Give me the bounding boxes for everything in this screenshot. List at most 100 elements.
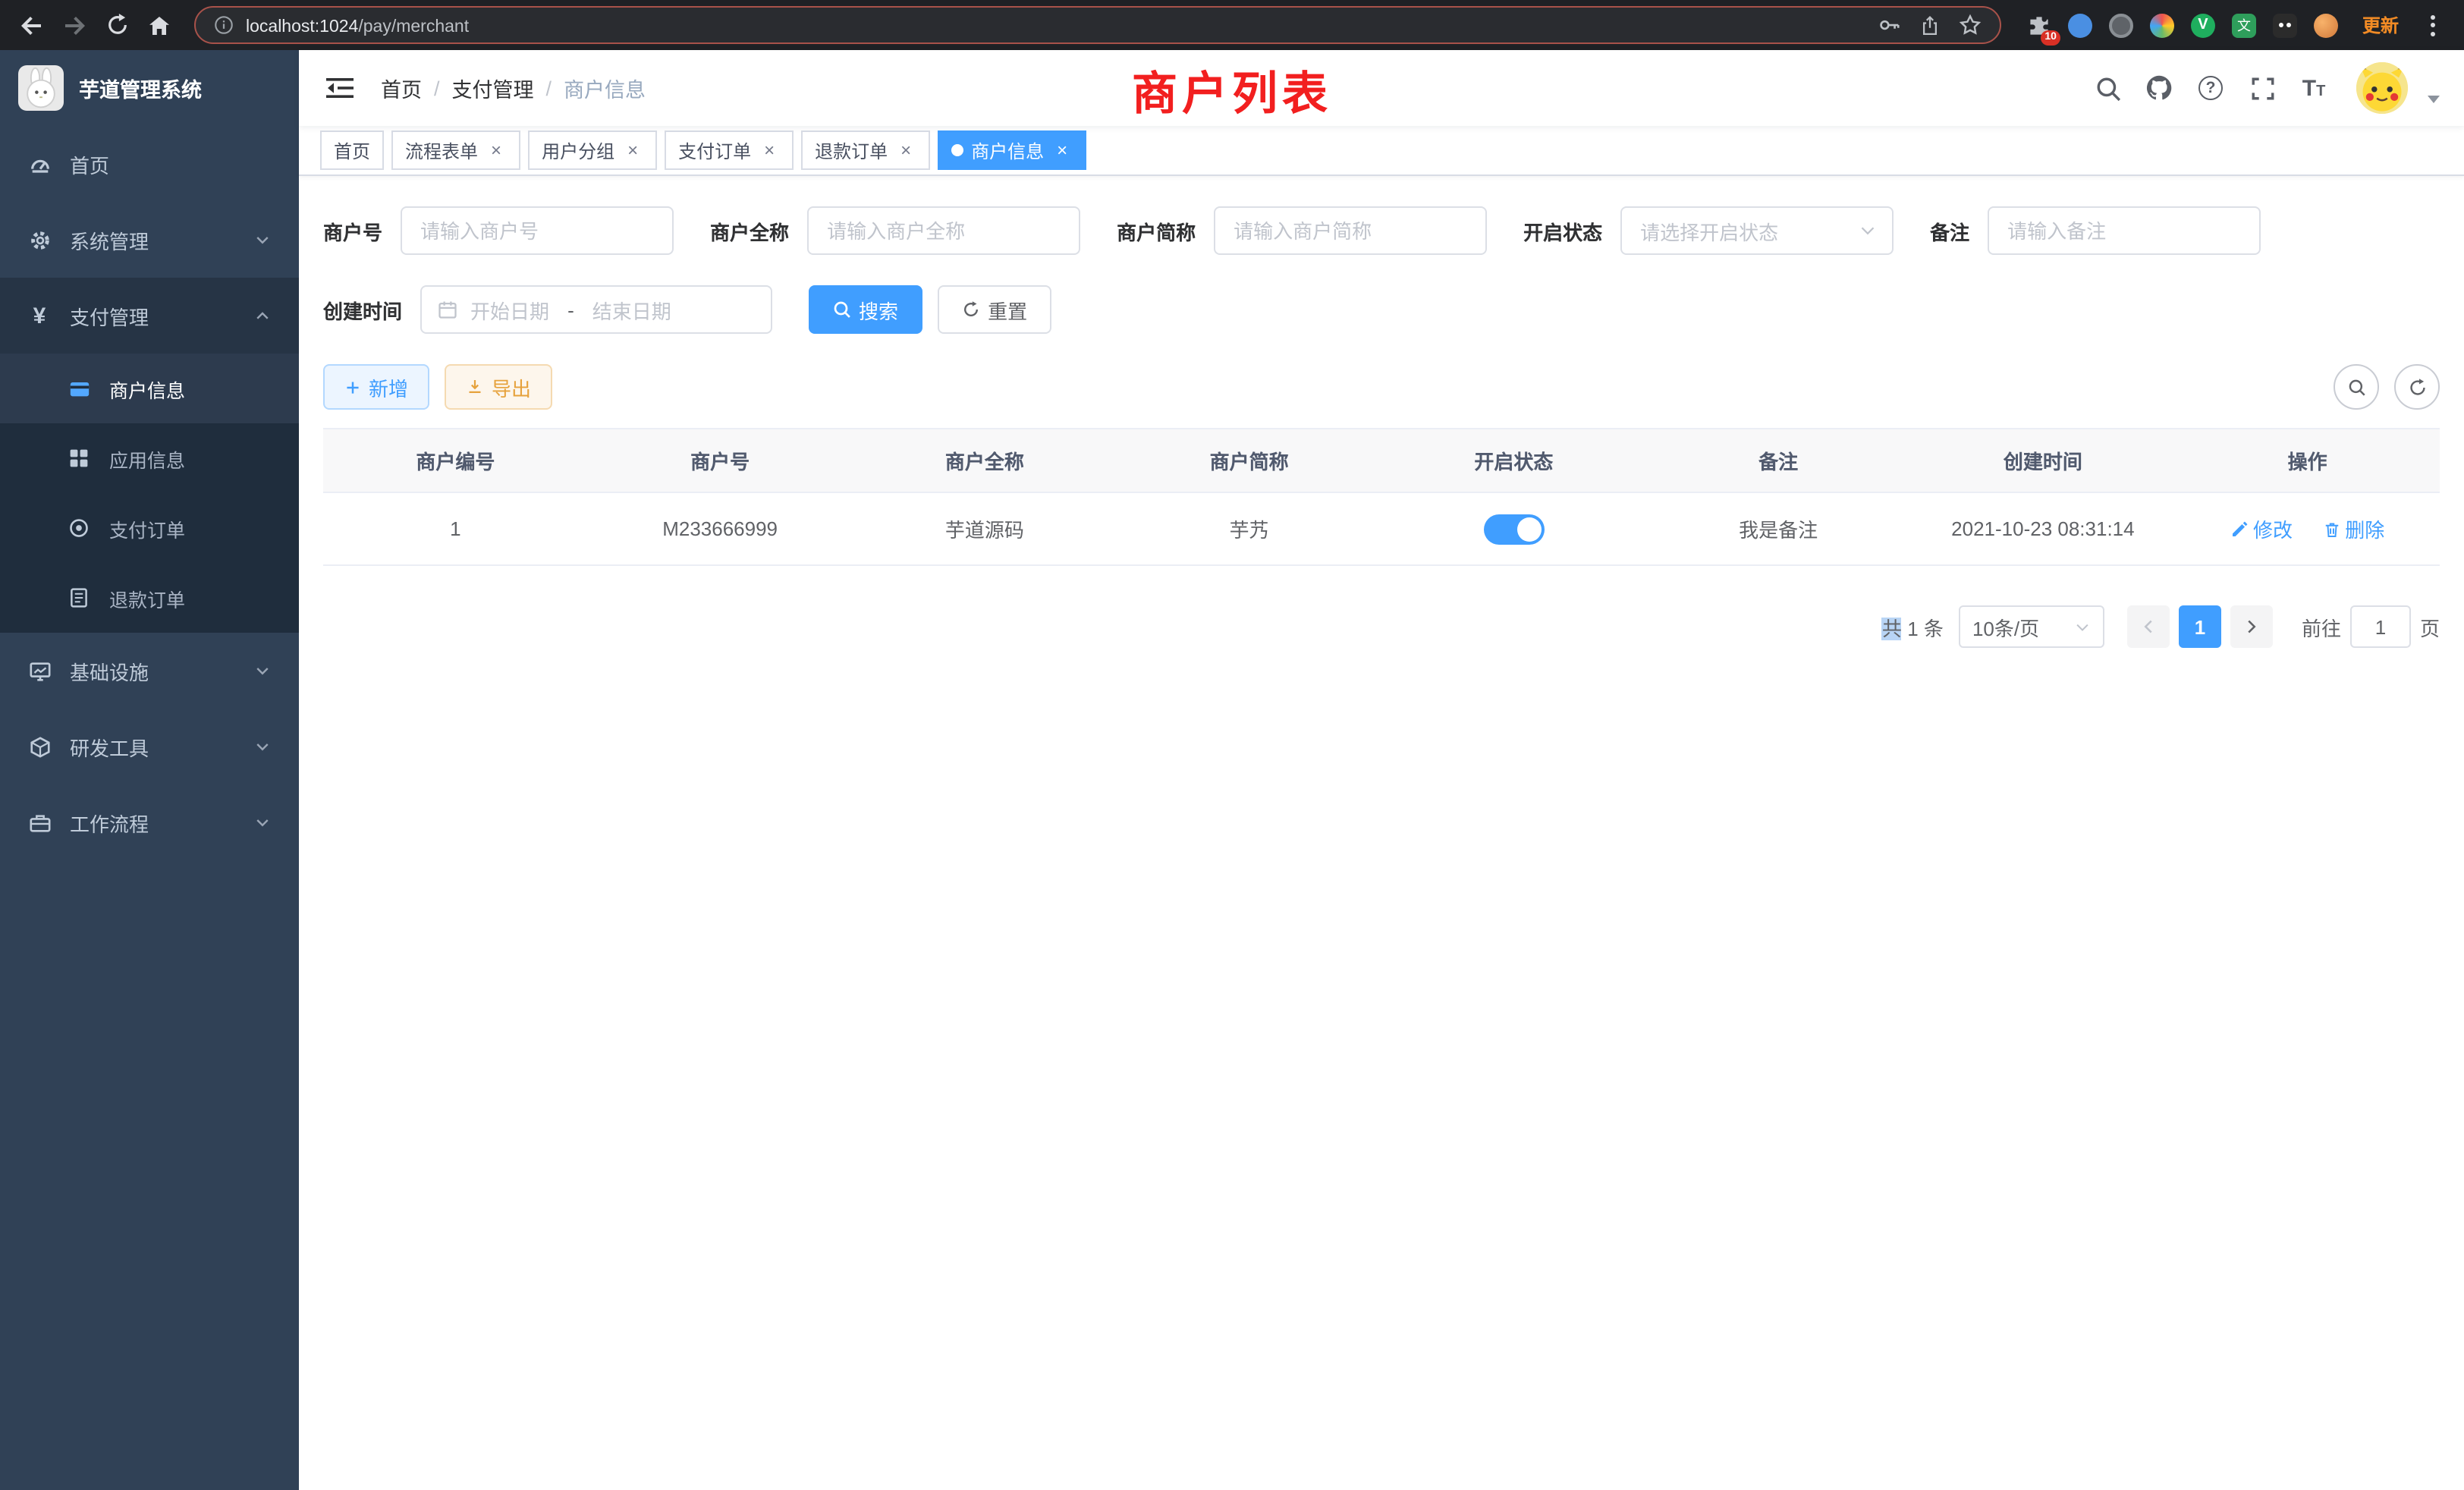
tab-label: 支付订单	[678, 137, 751, 163]
tab-close-icon[interactable]: ×	[622, 140, 643, 161]
user-avatar[interactable]	[2356, 62, 2408, 114]
browser-menu-icon[interactable]	[2422, 14, 2443, 36]
extensions-puzzle-icon[interactable]: 10	[2026, 11, 2053, 39]
site-info-icon[interactable]	[214, 15, 234, 35]
goto-page-input[interactable]	[2350, 605, 2411, 648]
breadcrumb-payment[interactable]: 支付管理	[452, 73, 534, 103]
search-icon	[2346, 377, 2366, 397]
tab-close-icon[interactable]: ×	[486, 140, 507, 161]
browser-update-button[interactable]: 更新	[2362, 12, 2399, 38]
add-button[interactable]: 新增	[323, 364, 429, 410]
url-bar[interactable]: localhost:1024/pay/merchant	[194, 6, 2001, 44]
sidebar: 芋道管理系统 首页 系统管理 ¥ 支付管理	[0, 50, 299, 1490]
extension-icon-multicolor[interactable]	[2148, 11, 2176, 39]
navbar: 首页 / 支付管理 / 商户信息 ?	[299, 50, 2464, 126]
edit-link[interactable]: 修改	[2230, 514, 2293, 543]
fullscreen-icon[interactable]	[2241, 67, 2283, 109]
browser-forward-icon[interactable]	[55, 5, 94, 45]
sidebar-item-infrastructure[interactable]: 基础设施	[0, 633, 299, 709]
full-name-label: 商户全称	[710, 216, 807, 245]
tab-close-icon[interactable]: ×	[895, 140, 916, 161]
tab-close-icon[interactable]: ×	[1051, 140, 1073, 161]
tab-label: 首页	[334, 137, 370, 163]
page-number-current[interactable]: 1	[2179, 605, 2221, 648]
header-search-icon[interactable]	[2086, 67, 2129, 109]
full-name-input[interactable]	[807, 206, 1080, 255]
font-size-icon[interactable]: TT	[2293, 67, 2335, 109]
sidebar-item-app-info[interactable]: 应用信息	[0, 423, 299, 493]
extension-icon-blue[interactable]	[2066, 11, 2094, 39]
status-select[interactable]: 请选择开启状态	[1620, 206, 1894, 255]
browser-back-icon[interactable]	[12, 5, 52, 45]
col-merchant-id: 商户编号	[323, 429, 588, 492]
tab-refund-order[interactable]: 退款订单 ×	[801, 130, 930, 170]
status-toggle[interactable]	[1483, 514, 1544, 544]
refresh-table-button[interactable]	[2394, 364, 2440, 410]
sidebar-item-workflow[interactable]: 工作流程	[0, 784, 299, 860]
sidebar-item-label: 商户信息	[109, 374, 185, 403]
pagination: 共 1 条 10条/页 1 前	[323, 605, 2440, 648]
create-time-range-picker[interactable]: 开始日期 - 结束日期	[420, 285, 772, 334]
col-actions: 操作	[2175, 429, 2440, 492]
sidebar-item-system[interactable]: 系统管理	[0, 202, 299, 278]
merchant-no-input[interactable]	[401, 206, 674, 255]
remark-input[interactable]	[1988, 206, 2261, 255]
delete-link[interactable]: 删除	[2322, 514, 2384, 543]
cell-remark: 我是备注	[1646, 492, 1911, 565]
browser-toolbar: localhost:1024/pay/merchant 10	[0, 0, 2464, 50]
sidebar-item-merchant-info[interactable]: 商户信息	[0, 354, 299, 423]
app-logo[interactable]: 芋道管理系统	[0, 50, 299, 126]
tags-bar: 首页 流程表单 × 用户分组 × 支付订单 × 退款订单 ×	[299, 126, 2464, 176]
user-menu-caret-icon[interactable]	[2428, 95, 2440, 102]
filter-row-2: 创建时间 开始日期 - 结束日期 搜索	[323, 285, 2440, 334]
extension-icon-green-square[interactable]: 文	[2230, 11, 2258, 39]
col-short-name: 商户简称	[1117, 429, 1381, 492]
sidebar-toggle-icon[interactable]	[320, 68, 360, 108]
download-icon	[466, 378, 484, 396]
github-icon[interactable]	[2138, 67, 2180, 109]
app-shell: 芋道管理系统 首页 系统管理 ¥ 支付管理	[0, 50, 2464, 1490]
search-button[interactable]: 搜索	[809, 285, 922, 334]
toggle-search-button[interactable]	[2334, 364, 2379, 410]
tab-user-group[interactable]: 用户分组 ×	[528, 130, 657, 170]
export-button[interactable]: 导出	[445, 364, 552, 410]
help-icon[interactable]: ?	[2189, 67, 2232, 109]
tab-pay-order[interactable]: 支付订单 ×	[665, 130, 794, 170]
cell-merchant-no: M233666999	[588, 492, 853, 565]
sidebar-item-label: 系统管理	[70, 225, 149, 254]
prev-page-button[interactable]	[2127, 605, 2170, 648]
short-name-input[interactable]	[1214, 206, 1487, 255]
main-area: 首页 / 支付管理 / 商户信息 ?	[299, 50, 2464, 1490]
caret-down-icon	[2074, 618, 2091, 635]
tab-label: 退款订单	[815, 137, 888, 163]
next-page-button[interactable]	[2230, 605, 2273, 648]
sidebar-item-refund-order[interactable]: 退款订单	[0, 563, 299, 633]
share-icon[interactable]	[1919, 14, 1941, 36]
password-key-icon[interactable]	[1878, 14, 1901, 36]
sidebar-item-payment[interactable]: ¥ 支付管理	[0, 278, 299, 354]
logo-rabbit-icon	[18, 65, 64, 111]
sidebar-item-dev-tools[interactable]: 研发工具	[0, 709, 299, 784]
extension-icon-gray[interactable]	[2107, 11, 2135, 39]
tab-merchant-info[interactable]: 商户信息 ×	[938, 130, 1086, 170]
sidebar-item-home[interactable]: 首页	[0, 126, 299, 202]
tab-home[interactable]: 首页	[320, 130, 384, 170]
browser-home-icon[interactable]	[140, 5, 179, 45]
briefcase-icon	[27, 811, 52, 834]
sidebar-item-label: 退款订单	[109, 583, 185, 612]
reset-button[interactable]: 重置	[938, 285, 1051, 334]
date-start-placeholder: 开始日期	[470, 295, 549, 324]
extension-icon-avatar[interactable]	[2312, 11, 2340, 39]
breadcrumb-home[interactable]: 首页	[381, 73, 422, 103]
page-size-value: 10条/页	[1972, 612, 2039, 641]
page-size-select[interactable]: 10条/页	[1959, 605, 2104, 648]
extension-icon-green-check[interactable]: V	[2189, 11, 2217, 39]
tab-label: 商户信息	[971, 137, 1044, 163]
chevron-down-icon	[253, 231, 272, 249]
tab-process-form[interactable]: 流程表单 ×	[391, 130, 520, 170]
browser-refresh-icon[interactable]	[97, 5, 137, 45]
tab-close-icon[interactable]: ×	[759, 140, 780, 161]
sidebar-item-pay-order[interactable]: 支付订单	[0, 493, 299, 563]
extension-icon-dark[interactable]	[2271, 11, 2299, 39]
bookmark-star-icon[interactable]	[1959, 14, 1982, 36]
